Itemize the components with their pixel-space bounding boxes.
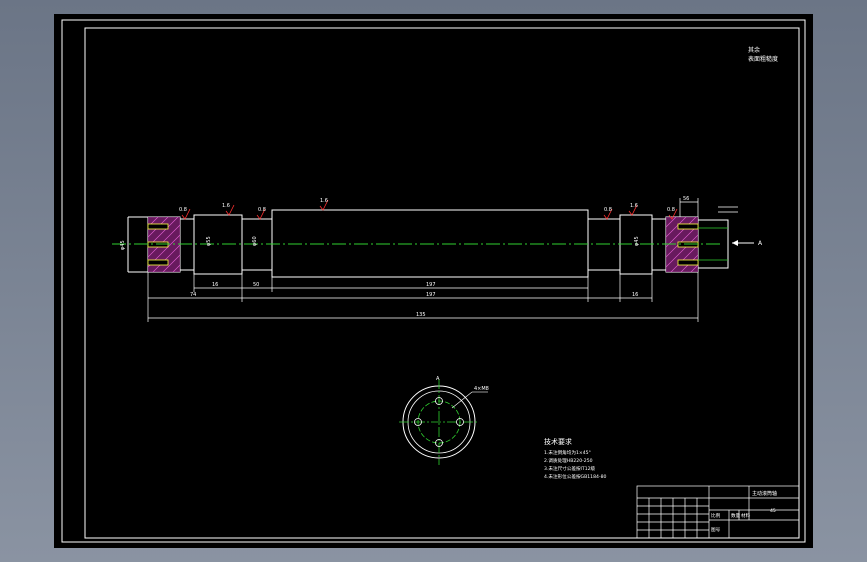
tech-item-3: 3.未注尺寸公差按IT12级 [544, 465, 596, 472]
dim-left-outer: 74 [190, 292, 196, 298]
dim-body: 197 [426, 282, 436, 288]
dim-right-step: 16 [632, 292, 638, 298]
roughness-r2: 1.6 [222, 203, 230, 209]
tech-item-2: 2.调质处理HB220-250 [544, 457, 593, 464]
tb-cell-scale: 比例 [711, 512, 721, 519]
diameter-labels: φ45 φ55 φ60 φ45 [120, 236, 640, 250]
section-label: A [436, 376, 440, 382]
cad-viewport[interactable]: 其余 表面粗糙度 A 56 0.8 1.6 0.8 1.6 0.8 1.6 0.… [0, 0, 867, 562]
tech-item-4: 4.未注形位公差按GB1184-80 [544, 473, 607, 480]
dia-shoulder: φ60 [252, 236, 258, 246]
drawing-sheet: 其余 表面粗糙度 A 56 0.8 1.6 0.8 1.6 0.8 1.6 0.… [54, 14, 813, 548]
view-arrow: A [732, 240, 763, 247]
title-note-line2: 表面粗糙度 [748, 55, 778, 63]
section-note: 4×M8 [474, 386, 489, 392]
roughness-r3: 0.8 [258, 207, 266, 213]
tb-material-value: 45 [770, 508, 776, 514]
part-name: 主动滚筒轴 [752, 490, 777, 497]
title-block-text: 主动滚筒轴 比例 数量 材料 图号 45 [711, 490, 777, 533]
title-note-line1: 其余 [748, 46, 760, 54]
dimension-texts: 16 50 197 74 197 16 135 [190, 282, 638, 318]
tech-heading: 技术要求 [544, 437, 572, 446]
outer-border [61, 19, 806, 543]
tech-requirements: 技术要求 1.未注倒角均为1×45° 2.调质处理HB220-250 3.未注尺… [544, 437, 607, 480]
section-view: 4×M8 A [399, 376, 489, 465]
dim-overall: 135 [416, 312, 426, 318]
inner-frame [84, 27, 800, 539]
dim-left-step: 50 [253, 282, 259, 288]
drawing-canvas: 其余 表面粗糙度 A 56 0.8 1.6 0.8 1.6 0.8 1.6 0.… [61, 19, 806, 543]
dim-left-journal: 16 [212, 282, 218, 288]
roughness-r4: 1.6 [320, 198, 328, 204]
roughness-r5: 0.8 [604, 207, 612, 213]
arrow-label: A [758, 240, 763, 247]
tb-cell-drawing-no: 图号 [711, 527, 721, 533]
tb-cell-qty: 数量 [731, 512, 741, 519]
tb-cell-material: 材料 [741, 512, 751, 519]
roughness-r7: 0.8 [667, 207, 675, 213]
roughness-symbols: 0.8 1.6 0.8 1.6 0.8 1.6 0.8 [179, 198, 678, 220]
dia-right-end: φ45 [634, 236, 640, 246]
dia-left-end: φ45 [120, 240, 126, 250]
keyway-dim-text: 56 [683, 196, 689, 202]
dim-total-top: 197 [426, 292, 436, 298]
tech-item-1: 1.未注倒角均为1×45° [544, 449, 591, 456]
roughness-r6: 1.6 [630, 203, 638, 209]
dia-bearing-left: φ55 [206, 236, 212, 246]
roughness-r1: 0.8 [179, 207, 187, 213]
